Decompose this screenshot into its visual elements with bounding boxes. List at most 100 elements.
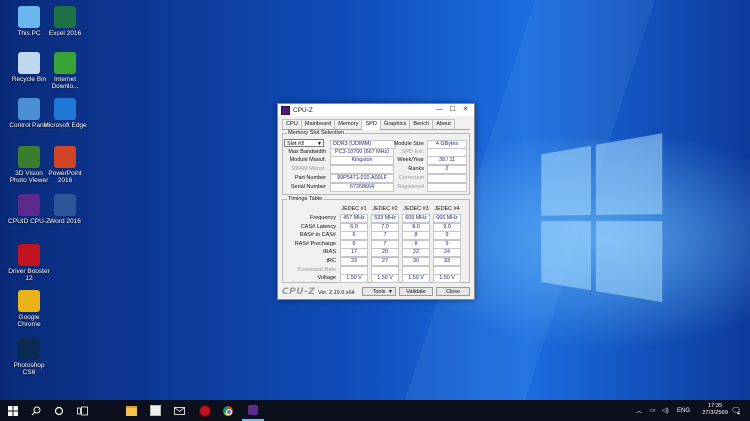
desktop-icon-driver-booster[interactable]: Driver Booster 12 bbox=[7, 244, 51, 282]
window-title: CPU-Z bbox=[293, 106, 313, 114]
clock[interactable]: 17:35 27/3/2569 bbox=[702, 403, 728, 417]
close-window-button[interactable]: ✕ bbox=[459, 104, 472, 116]
title-bar[interactable]: CPU-Z — ☐ ✕ bbox=[278, 104, 474, 116]
tools-dropdown-arrow-icon: ▼ bbox=[388, 289, 393, 295]
tab-mainboard[interactable]: Mainboard bbox=[300, 119, 336, 129]
taskbar-cpuz[interactable] bbox=[242, 400, 264, 421]
tray-show-hidden[interactable]: ︿ bbox=[636, 400, 642, 421]
tray-network[interactable]: ▭ bbox=[650, 400, 656, 421]
desktop-icon-idm[interactable]: Internet Downlo... bbox=[43, 52, 87, 90]
module-size-label: Module Size bbox=[393, 141, 424, 147]
start-button[interactable] bbox=[2, 400, 24, 421]
desktop-icon-edge[interactable]: Microsoft Edge bbox=[43, 98, 87, 129]
desktop-icon-word[interactable]: Word 2016 bbox=[43, 194, 87, 225]
timing-row-label: RAS# Precharge bbox=[294, 240, 336, 247]
volume-icon: ◁) bbox=[662, 408, 669, 414]
mail-icon bbox=[173, 406, 185, 415]
driver-booster-icon bbox=[199, 404, 211, 417]
slot-select-value: Slot #2 bbox=[287, 141, 305, 147]
chrome-icon bbox=[18, 290, 40, 312]
word-icon bbox=[54, 194, 76, 216]
minimize-button[interactable]: — bbox=[433, 104, 446, 116]
desktop-icon-label: Word 2016 bbox=[49, 218, 81, 225]
timing-row-label: CAS# Latency bbox=[300, 223, 336, 230]
chrome-icon bbox=[223, 405, 233, 416]
timing-row-label: Command Rate bbox=[297, 266, 336, 273]
tab-bar: CPU Mainboard Memory SPD Graphics Bench About bbox=[282, 119, 470, 130]
control-panel-icon bbox=[18, 98, 40, 120]
slot-select[interactable]: Slot #2 ▼ bbox=[284, 139, 324, 147]
tools-button[interactable]: Tools ▼ bbox=[362, 287, 396, 296]
action-center-button[interactable]: 🗨 4 bbox=[731, 400, 741, 421]
timing-cell: 1.50 V bbox=[402, 274, 430, 284]
validate-button[interactable]: Validate bbox=[399, 287, 433, 296]
tab-cpu[interactable]: CPU bbox=[282, 119, 302, 129]
timing-header: JEDEC #1 bbox=[341, 206, 367, 212]
wallpaper-windows-logo bbox=[541, 132, 666, 307]
cortana-button[interactable] bbox=[48, 400, 70, 421]
search-icon bbox=[31, 406, 41, 415]
chevron-down-icon: ▼ bbox=[317, 141, 322, 147]
desktop-icon-label: Microsoft Edge bbox=[43, 122, 87, 129]
timing-row-label: tRC bbox=[326, 258, 336, 264]
timings-group-title: Timings Table bbox=[287, 196, 324, 202]
tab-memory[interactable]: Memory bbox=[334, 119, 363, 129]
this-pc-icon bbox=[18, 6, 40, 28]
module-manuf-label: Module Manuf. bbox=[289, 157, 326, 163]
serial-number-label: Serial Number bbox=[290, 184, 326, 190]
task-view-icon bbox=[76, 406, 88, 415]
tab-graphics[interactable]: Graphics bbox=[379, 119, 411, 129]
cpuz-brand-logo: CPU-Z bbox=[282, 287, 316, 297]
tab-bench[interactable]: Bench bbox=[409, 119, 434, 129]
desktop-icon-powerpoint[interactable]: PowerPoint 2016 bbox=[43, 146, 87, 184]
idm-icon bbox=[54, 52, 76, 74]
excel-icon bbox=[54, 6, 76, 28]
cpuz-app-icon bbox=[281, 105, 290, 115]
taskbar-chrome[interactable] bbox=[217, 400, 239, 421]
3d-vision-icon bbox=[18, 146, 40, 168]
maximize-button[interactable]: ☐ bbox=[446, 104, 459, 116]
window-footer: CPU-Z Ver. 2.19.0.x64 Tools ▼ Validate C… bbox=[278, 285, 474, 299]
taskbar-mail[interactable] bbox=[168, 400, 190, 421]
taskbar-store[interactable] bbox=[144, 400, 166, 421]
taskbar-driver-booster[interactable] bbox=[194, 400, 216, 421]
photoshop-icon bbox=[18, 338, 40, 360]
cpuz-window[interactable]: CPU-Z — ☐ ✕ CPU Mainboard Memory SPD Graphic… bbox=[277, 103, 475, 300]
desktop-icon-photoshop[interactable]: Photoshop CS6 bbox=[7, 338, 51, 376]
taskbar-file-explorer[interactable] bbox=[120, 400, 142, 421]
module-manuf-value: Kingston bbox=[330, 156, 394, 165]
tools-button-label: Tools bbox=[372, 289, 386, 295]
search-button[interactable] bbox=[25, 400, 47, 421]
desktop-icon-label: PowerPoint 2016 bbox=[48, 170, 82, 184]
tray-volume[interactable]: ◁) bbox=[662, 400, 669, 421]
desktop-icon-chrome[interactable]: Google Chrome bbox=[7, 290, 51, 328]
max-bandwidth-label: Max Bandwidth bbox=[288, 149, 326, 155]
ranks-value: 2 bbox=[427, 165, 467, 174]
language-indicator: ENG bbox=[677, 407, 691, 414]
tab-spd[interactable]: SPD bbox=[361, 119, 381, 130]
cpuz-icon bbox=[248, 404, 258, 415]
tray-language[interactable]: ENG bbox=[677, 400, 690, 421]
week-year-label: Week/Year bbox=[397, 157, 424, 163]
cpuz-icon bbox=[18, 194, 40, 216]
desktop-icon-label: Driver Booster 12 bbox=[8, 268, 50, 282]
timing-row-label: tRAS bbox=[323, 249, 336, 256]
timing-row-label: Frequency bbox=[310, 215, 336, 221]
cortana-icon bbox=[54, 406, 64, 415]
desktop-icon-excel[interactable]: Excel 2016 bbox=[43, 6, 87, 37]
windows-start-icon bbox=[8, 405, 18, 416]
dram-manuf-label: DRAM Manuf. bbox=[291, 166, 326, 172]
tab-about[interactable]: About bbox=[432, 119, 455, 129]
timing-header: JEDEC #2 bbox=[372, 206, 398, 212]
close-button[interactable]: Close bbox=[436, 287, 470, 296]
timing-row-label: Voltage bbox=[317, 275, 336, 282]
timing-row-label: RAS# to CAS# bbox=[299, 232, 336, 239]
dram-manuf-value bbox=[330, 165, 394, 174]
clock-time: 17:35 bbox=[707, 403, 723, 409]
version-label: Ver. 2.19.0.x64 bbox=[318, 290, 355, 296]
recycle-bin-icon bbox=[18, 52, 40, 74]
network-icon: ▭ bbox=[650, 408, 656, 414]
store-icon bbox=[149, 405, 161, 416]
task-view-button[interactable] bbox=[71, 400, 93, 421]
memory-slot-group-title: Memory Slot Selection bbox=[287, 130, 345, 136]
